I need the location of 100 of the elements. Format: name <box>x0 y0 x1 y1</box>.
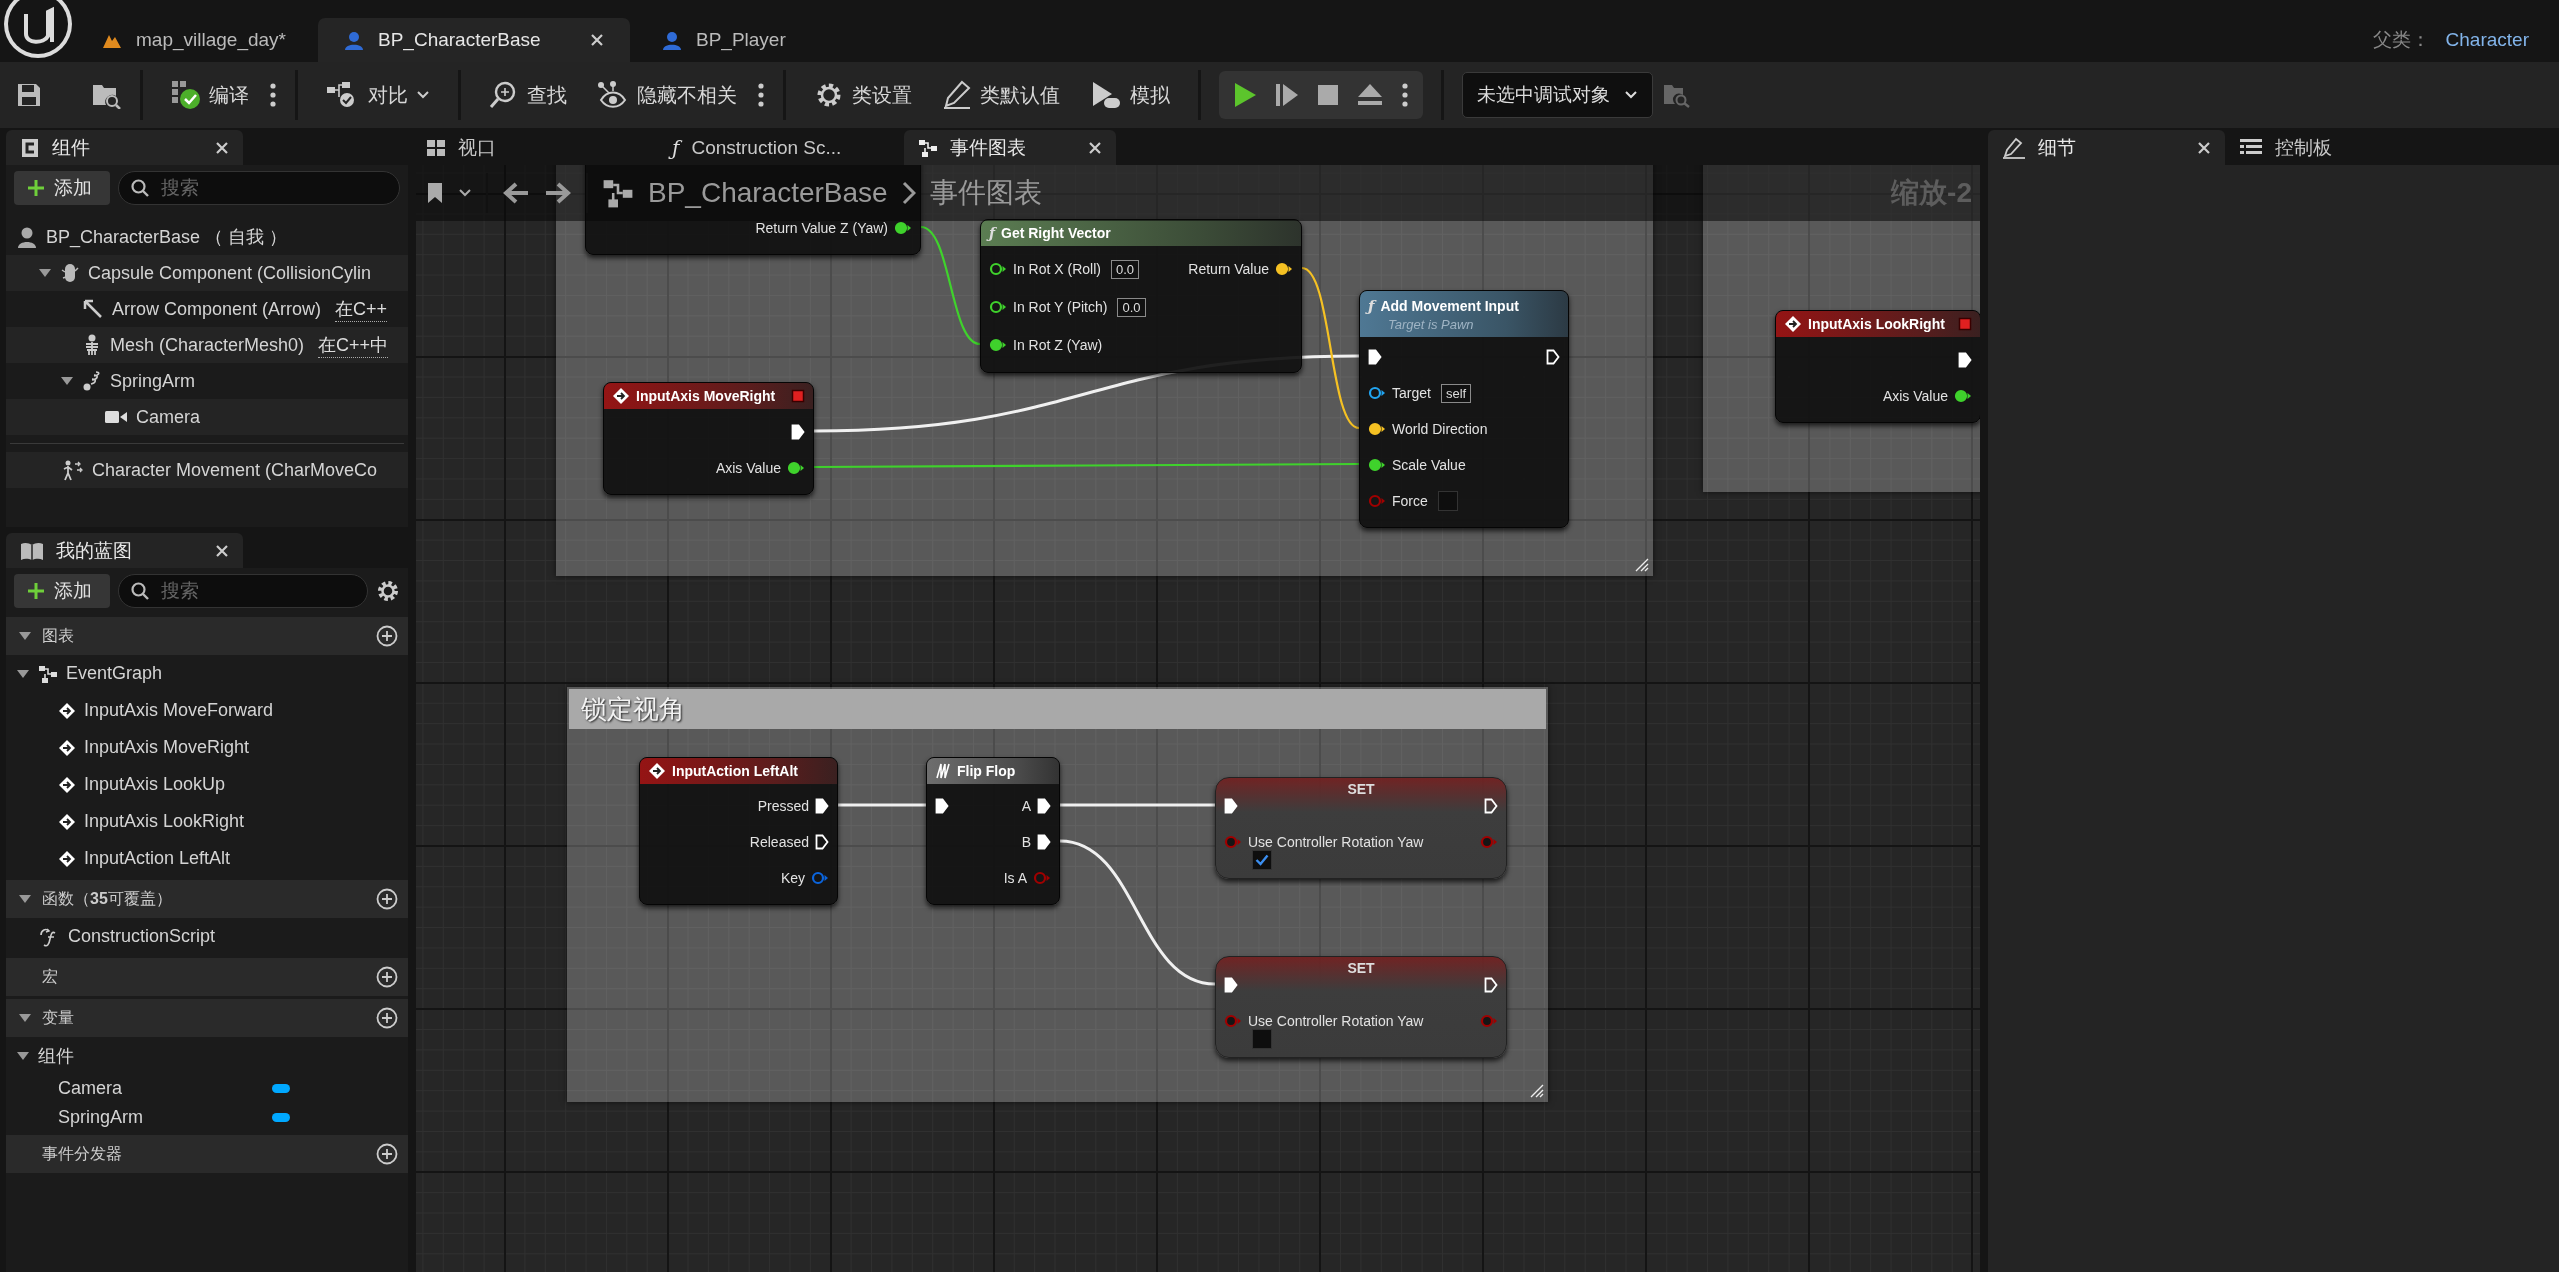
section-header[interactable]: 变量 <box>6 999 408 1037</box>
data-pin-icon[interactable] <box>1954 389 1972 403</box>
close-icon[interactable] <box>1088 140 1102 155</box>
section-header[interactable]: 事件分发器 <box>6 1135 408 1173</box>
graph-node[interactable]: SET Use Controller Rotation Yaw <box>1215 777 1507 879</box>
section-header[interactable]: 函数（35可覆盖） <box>6 880 408 918</box>
resize-grip-icon[interactable] <box>1528 1082 1544 1098</box>
close-icon[interactable] <box>215 543 229 558</box>
data-pin-icon[interactable] <box>989 338 1007 352</box>
more-icon[interactable] <box>1401 81 1409 109</box>
class-defaults-button[interactable]: 类默认值 <box>932 74 1070 116</box>
tree-item[interactable]: BP_CharacterBase （ 自我 ） <box>6 219 408 255</box>
graph-canvas[interactable] <box>416 165 1980 1272</box>
add-icon[interactable] <box>376 1007 398 1029</box>
data-pin-icon[interactable] <box>1368 386 1386 400</box>
exec-pin-icon[interactable] <box>1958 352 1972 368</box>
parent-class-link[interactable]: Character <box>2445 29 2529 51</box>
close-icon[interactable] <box>590 33 604 47</box>
data-pin-icon[interactable] <box>989 262 1007 276</box>
tree-item[interactable]: Mesh (CharacterMesh0) 在C++中 <box>6 327 408 363</box>
tree-item[interactable]: SpringArm <box>6 363 408 399</box>
simulate-button[interactable]: 模拟 <box>1080 74 1180 116</box>
exec-pin-icon[interactable] <box>1484 798 1498 814</box>
graph-node[interactable]: InputAction LeftAlt Pressed Released Key <box>639 757 838 905</box>
editor-tab[interactable]: 事件图表 <box>904 130 1116 165</box>
blueprint-item[interactable]: InputAxis LookUp <box>6 766 408 803</box>
panel-tab[interactable]: 我的蓝图 <box>6 533 243 568</box>
blueprint-item[interactable]: InputAction LeftAlt <box>6 840 408 877</box>
exec-pin-icon[interactable] <box>1037 798 1051 814</box>
debug-object-dropdown[interactable]: 未选中调试对象 <box>1462 72 1653 118</box>
checkbox[interactable] <box>1252 850 1272 870</box>
checkbox[interactable] <box>1252 1029 1272 1049</box>
blueprint-item[interactable]: InputAxis MoveForward <box>6 692 408 729</box>
blueprint-item[interactable]: Camera <box>6 1074 408 1103</box>
add-button[interactable]: 添加 <box>14 171 110 205</box>
resize-grip-icon[interactable] <box>1633 556 1649 572</box>
hide-unrelated-button[interactable]: 隐藏不相关 <box>587 75 747 115</box>
diff-button[interactable]: 对比 <box>316 75 440 115</box>
more-icon[interactable] <box>269 81 277 109</box>
forward-arrow-icon[interactable] <box>544 181 572 205</box>
add-icon[interactable] <box>376 966 398 988</box>
pin-value-field[interactable]: 0.0 <box>1117 297 1146 317</box>
pin-value-field[interactable]: self <box>1440 383 1472 403</box>
data-pin-icon[interactable] <box>989 300 1007 314</box>
data-pin-icon[interactable] <box>1368 458 1386 472</box>
graph-node[interactable]: ƒ Add Movement Input Target is Pawn Target self World Direction Scale Value Force <box>1359 290 1569 528</box>
panel-tab[interactable]: 控制板 <box>2225 130 2346 165</box>
graph-node[interactable]: InputAxis MoveRight Axis Value <box>603 382 814 495</box>
graph-node[interactable]: ƒ Get Right Vector In Rot X (Roll) 0.0 In Rot Y (Pitch) 0.0 In Rot Z (Yaw) Return Value <box>980 219 1302 373</box>
graph-node[interactable]: InputAxis LookRight Axis Value <box>1775 310 1980 423</box>
exec-pin-icon[interactable] <box>1368 349 1382 365</box>
tree-item[interactable]: Arrow Component (Arrow) 在C++ <box>6 291 408 327</box>
tree-item[interactable]: Camera <box>6 399 408 435</box>
compile-button[interactable]: 编译 <box>161 74 259 116</box>
graph-node[interactable]: Flip Flop A B Is A <box>926 757 1060 905</box>
delegate-pin-icon[interactable] <box>791 389 805 403</box>
editor-tab[interactable]: ƒ Construction Sc... <box>658 130 870 165</box>
exec-pin-icon[interactable] <box>1037 834 1051 850</box>
more-icon[interactable] <box>757 81 765 109</box>
exec-pin-icon[interactable] <box>815 798 829 814</box>
breadcrumb-item[interactable]: BP_CharacterBase <box>648 177 888 209</box>
step-icon[interactable] <box>1275 82 1299 108</box>
data-pin-icon[interactable] <box>894 221 912 235</box>
data-pin-icon[interactable] <box>787 461 805 475</box>
tree-item[interactable]: Capsule Component (CollisionCylin <box>6 255 408 291</box>
search-field[interactable]: 搜索 <box>118 574 368 608</box>
checkbox[interactable] <box>1437 491 1458 511</box>
data-pin-icon[interactable] <box>1275 262 1293 276</box>
stop-icon[interactable] <box>1317 84 1339 106</box>
exec-pin-icon[interactable] <box>1224 798 1238 814</box>
blueprint-item[interactable]: ConstructionScript <box>6 918 408 955</box>
add-icon[interactable] <box>376 625 398 647</box>
add-icon[interactable] <box>376 1143 398 1165</box>
find-button[interactable]: 查找 <box>479 74 577 116</box>
add-icon[interactable] <box>376 888 398 910</box>
panel-tab[interactable]: 组件 <box>6 130 243 165</box>
eject-icon[interactable] <box>1357 83 1383 107</box>
add-button[interactable]: 添加 <box>14 574 110 608</box>
delegate-pin-icon[interactable] <box>1958 317 1972 331</box>
breadcrumb-item[interactable]: 事件图表 <box>929 174 1042 212</box>
exec-pin-icon[interactable] <box>935 798 949 814</box>
exec-pin-icon[interactable] <box>815 834 829 850</box>
exec-pin-icon[interactable] <box>1484 977 1498 993</box>
exec-pin-icon[interactable] <box>1224 977 1238 993</box>
exec-pin-icon[interactable] <box>791 424 805 440</box>
section-header[interactable]: 图表 <box>6 617 408 655</box>
document-tab[interactable]: BP_Player <box>636 18 812 62</box>
category-item[interactable]: 组件 <box>6 1037 408 1074</box>
blueprint-item[interactable]: SpringArm <box>6 1103 408 1132</box>
save-icon[interactable] <box>16 82 42 108</box>
graph-node[interactable]: SET Use Controller Rotation Yaw <box>1215 956 1507 1058</box>
blueprint-item[interactable]: InputAxis LookRight <box>6 803 408 840</box>
tree-item[interactable]: Character Movement (CharMoveCo <box>6 452 408 488</box>
class-settings-button[interactable]: 类设置 <box>804 74 922 116</box>
close-icon[interactable] <box>215 140 229 155</box>
search-field[interactable]: 搜索 <box>118 171 400 205</box>
pin-value-field[interactable]: 0.0 <box>1110 259 1139 279</box>
settings-icon[interactable] <box>376 579 400 603</box>
exec-pin-icon[interactable] <box>1546 349 1560 365</box>
play-icon[interactable] <box>1233 82 1257 108</box>
